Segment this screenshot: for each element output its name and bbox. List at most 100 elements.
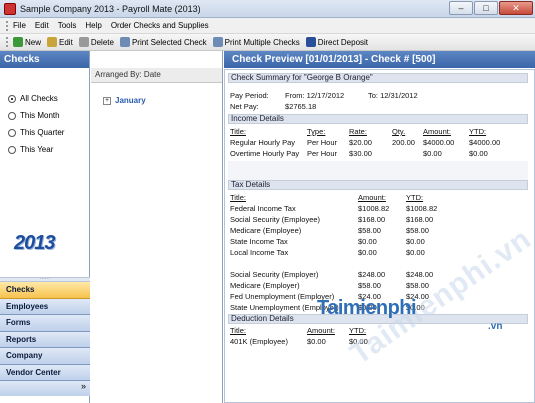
nav-more-button[interactable]: » [0,381,90,396]
section-gap [228,161,528,180]
income-row-type: Per Hour [307,149,338,158]
menu-tools[interactable]: Tools [58,21,77,30]
income-col-qty: Qty. [392,127,406,136]
filter-all-checks[interactable]: All Checks [8,90,89,107]
expand-icon[interactable]: + [103,96,111,105]
income-row-rate: $30.00 [349,149,372,158]
nav-vendor-center[interactable]: Vendor Center [0,364,90,381]
print-multiple-icon [212,37,223,47]
tax-row-title: Social Security (Employer) [230,270,319,279]
app-icon [4,2,16,15]
nav-reports[interactable]: Reports [0,331,90,348]
tax-row-title: Federal Income Tax [230,204,296,213]
check-preview-title: Check Preview [01/01/2013] - Check # [50… [224,51,535,68]
tax-row-amount: $168.00 [358,215,386,224]
tax-row-title: Local Income Tax [230,248,289,257]
direct-deposit-button[interactable]: Direct Deposit [305,37,368,47]
radio-icon [8,145,16,154]
tax-row-amount: $248.00 [358,270,386,279]
left-pane: Checks All Checks This Month This Quarte… [0,51,90,403]
nav-buttons: Checks Employees Forms Reports Company V… [0,282,90,396]
check-summary-heading: Check Summary for "George B Orange" [228,73,528,83]
check-document: Check Summary for "George B Orange" Pay … [224,69,535,403]
check-filter-group: All Checks This Month This Quarter This … [0,68,89,158]
tax-row-amount: $0.00 [358,248,377,257]
arranged-by-header[interactable]: Arranged By: Date [91,68,222,83]
print-multiple-checks-button[interactable]: Print Multiple Checks [212,37,300,47]
deduction-col-amount: Amount: [307,326,335,335]
filter-this-year[interactable]: This Year [8,141,89,158]
check-preview-pane: Check Preview [01/01/2013] - Check # [50… [224,51,535,403]
close-button[interactable]: ✕ [499,1,533,15]
income-row-amount: $0.00 [423,149,442,158]
menu-order-checks[interactable]: Order Checks and Supplies [111,21,209,30]
deduction-row-title: 401K (Employee) [230,337,288,346]
tax-row-amount: $58.00 [358,281,381,290]
window-controls: – □ ✕ [449,1,533,15]
filter-this-quarter[interactable]: This Quarter [8,124,89,141]
tax-row-title: State Income Tax [230,237,288,246]
menu-grip-icon [6,20,9,31]
tax-row-ytd: $58.00 [406,226,429,235]
tax-row-amount: $1008.82 [358,204,390,213]
new-icon [13,37,23,47]
income-details-heading: Income Details [228,114,528,124]
radio-icon [8,111,16,120]
menu-help[interactable]: Help [85,21,101,30]
radio-selected-icon [8,94,16,103]
tax-row-title: Medicare (Employee) [230,226,302,235]
tax-col-ytd: YTD: [406,193,424,202]
tax-row-title: Social Security (Employee) [230,215,321,224]
toolbar-grip-icon [6,37,9,47]
left-pane-title: Checks [0,51,89,68]
income-row-title: Overtime Hourly Pay [230,149,300,158]
deduction-col-title: Title: [230,326,246,335]
print-selected-check-button[interactable]: Print Selected Check [119,37,207,47]
print-icon [119,37,130,47]
delete-button[interactable]: Delete [78,37,114,47]
group-january[interactable]: + January [103,96,222,105]
direct-deposit-icon [305,37,316,47]
tax-row-ytd: $168.00 [406,215,434,224]
deduction-row-amount: $0.00 [307,337,326,346]
menu-bar: File Edit Tools Help Order Checks and Su… [0,18,535,34]
new-button[interactable]: New [13,37,41,47]
maximize-button[interactable]: □ [474,1,498,15]
pay-period-to: To: 12/31/2012 [368,91,418,100]
nav-employees[interactable]: Employees [0,298,90,315]
tax-row-ytd: $1008.82 [406,204,438,213]
filter-this-month[interactable]: This Month [8,107,89,124]
net-pay-value: $2765.18 [285,102,317,111]
tax-row-ytd: $248.00 [406,270,434,279]
nav-checks[interactable]: Checks [0,282,90,299]
tax-row-amount: $0.00 [358,237,377,246]
group-label: January [115,96,146,105]
net-pay-label: Net Pay: [230,102,259,111]
tax-details-heading: Tax Details [228,180,528,190]
nav-company[interactable]: Company [0,348,90,365]
tax-col-amount: Amount: [358,193,386,202]
income-col-type: Type: [307,127,326,136]
menu-edit[interactable]: Edit [35,21,49,30]
income-col-amount: Amount: [423,127,451,136]
income-row-ytd: $4000.00 [469,138,501,147]
watermark-domain: .vn [488,321,503,332]
tax-row-title: Medicare (Employer) [230,281,300,290]
toolbar: New Edit Delete Print Selected Check Pri… [0,34,535,51]
delete-icon [78,37,89,47]
check-list-pane: Arranged By: Date + January [91,51,223,403]
income-row-ytd: $0.00 [469,149,488,158]
menu-file[interactable]: File [13,21,26,30]
edit-button[interactable]: Edit [47,37,73,47]
nav-forms[interactable]: Forms [0,315,90,332]
tax-row-ytd: $0.00 [406,248,425,257]
year-logo: 2013 [14,232,55,254]
window-title: Sample Company 2013 - Payroll Mate (2013… [20,3,201,14]
minimize-button[interactable]: – [449,1,473,15]
tax-row-ytd: $0.00 [406,237,425,246]
income-row-title: Regular Hourly Pay [230,138,296,147]
income-col-title: Title: [230,127,246,136]
tax-col-title: Title: [230,193,246,202]
income-row-qty: 200.00 [392,138,415,147]
radio-icon [8,128,16,137]
